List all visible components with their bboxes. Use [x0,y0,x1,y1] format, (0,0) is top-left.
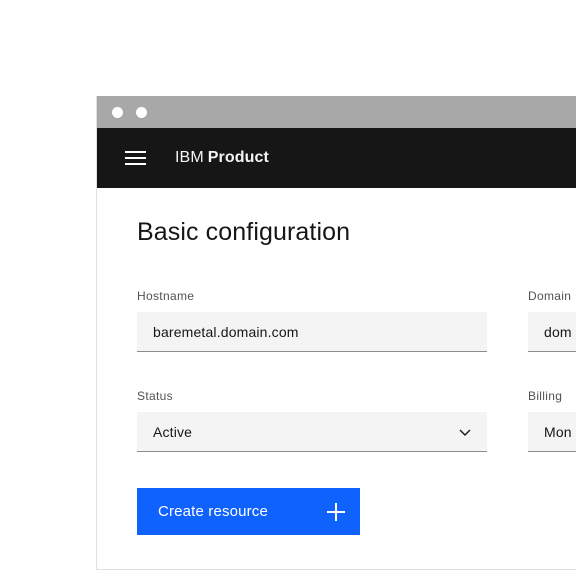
create-resource-button[interactable]: Create resource [137,488,360,535]
field-label-status: Status [137,389,173,403]
add-icon [327,502,345,521]
field-hostname: Hostname baremetal.domain.com [137,288,487,352]
hamburger-menu-icon[interactable] [113,136,157,180]
status-select[interactable]: Active [137,412,487,452]
form-row-1: Hostname baremetal.domain.com Domain dom [137,288,576,352]
hamburger-line [124,157,146,159]
product-header: IBM Product [97,128,576,188]
page-title: Basic configuration [137,218,351,246]
domain-input[interactable]: dom [528,312,576,352]
app-window: IBM Product Basic configuration Hostname … [96,96,576,570]
main-content: Basic configuration Hostname baremetal.d… [97,188,576,569]
hamburger-line [124,151,146,153]
form-row-2: Status Active Billing Mon [137,388,576,452]
window-dot-minimize[interactable] [136,106,147,118]
domain-input-value: dom [544,323,572,340]
chevron-down-icon [459,429,471,436]
field-label-billing: Billing [528,389,563,403]
brand-label: IBM [175,149,204,166]
product-label: Product [207,149,269,166]
field-billing: Billing Mon [528,388,576,452]
status-select-value: Active [153,423,193,440]
field-label-hostname: Hostname [137,289,195,303]
field-status: Status Active [137,388,487,452]
field-domain: Domain dom [528,288,576,352]
hostname-input-value: baremetal.domain.com [153,323,299,340]
billing-select[interactable]: Mon [528,412,576,452]
window-title-bar [97,96,576,128]
billing-select-value: Mon [544,423,572,440]
field-label-domain: Domain [528,289,572,303]
hostname-input[interactable]: baremetal.domain.com [137,312,487,352]
window-dot-close[interactable] [112,106,123,118]
product-name[interactable]: IBM Product [175,149,269,167]
create-resource-button-label: Create resource [158,503,268,520]
hamburger-line [124,163,146,165]
